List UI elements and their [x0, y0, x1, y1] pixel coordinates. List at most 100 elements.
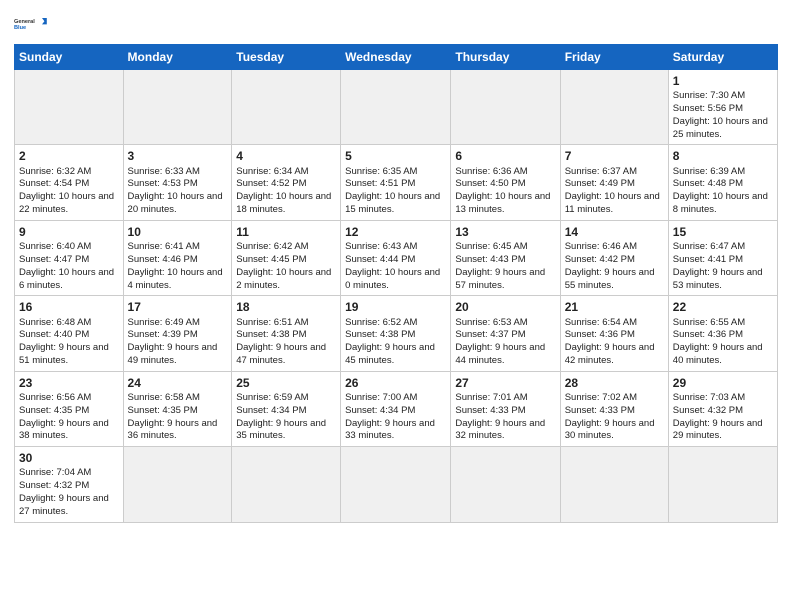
calendar-cell: [560, 447, 668, 522]
calendar-cell: 14Sunrise: 6:46 AM Sunset: 4:42 PM Dayli…: [560, 220, 668, 295]
calendar-week-row: 2Sunrise: 6:32 AM Sunset: 4:54 PM Daylig…: [15, 145, 778, 220]
generalblue-logo-icon: GeneralBlue: [14, 10, 50, 38]
calendar-cell: 7 Sunrise: 6:37 AM Sunset: 4:49 PM Daylig…: [560, 145, 668, 220]
calendar-cell: 9Sunrise: 6:40 AM Sunset: 4:47 PM Daylig…: [15, 220, 124, 295]
calendar-cell: 22 Sunrise: 6:55 AM Sunset: 4:36 PM Dayli…: [668, 296, 777, 371]
calendar-cell: 28Sunrise: 7:02 AM Sunset: 4:33 PM Dayli…: [560, 371, 668, 446]
calendar-cell: 21 Sunrise: 6:54 AM Sunset: 4:36 PM Dayli…: [560, 296, 668, 371]
day-number: 27: [455, 375, 555, 391]
calendar-cell: [123, 447, 232, 522]
calendar-week-row: 9Sunrise: 6:40 AM Sunset: 4:47 PM Daylig…: [15, 220, 778, 295]
calendar-cell: 3 Sunrise: 6:33 AM Sunset: 4:53 PM Daylig…: [123, 145, 232, 220]
weekday-header: Thursday: [451, 45, 560, 70]
calendar-cell: 5 Sunrise: 6:35 AM Sunset: 4:51 PM Daylig…: [341, 145, 451, 220]
calendar-cell: 1Sunrise: 7:30 AM Sunset: 5:56 PM Daylig…: [668, 70, 777, 145]
calendar-cell: 15Sunrise: 6:47 AM Sunset: 4:41 PM Dayli…: [668, 220, 777, 295]
calendar-cell: 19Sunrise: 6:52 AM Sunset: 4:38 PM Dayli…: [341, 296, 451, 371]
calendar-cell: [560, 70, 668, 145]
day-number: 24: [128, 375, 228, 391]
day-info: Sunrise: 6:53 AM Sunset: 4:37 PM Dayligh…: [455, 317, 555, 368]
calendar-cell: 23Sunrise: 6:56 AM Sunset: 4:35 PM Dayli…: [15, 371, 124, 446]
day-info: Sunrise: 6:33 AM Sunset: 4:53 PM Dayligh…: [128, 166, 228, 217]
calendar-body: 1Sunrise: 7:30 AM Sunset: 5:56 PM Daylig…: [15, 70, 778, 523]
day-info: Sunrise: 6:39 AM Sunset: 4:48 PM Dayligh…: [673, 166, 773, 217]
day-info: Sunrise: 6:47 AM Sunset: 4:41 PM Dayligh…: [673, 241, 773, 292]
day-info: Sunrise: 7:00 AM Sunset: 4:34 PM Dayligh…: [345, 392, 446, 443]
calendar-cell: 24Sunrise: 6:58 AM Sunset: 4:35 PM Dayli…: [123, 371, 232, 446]
calendar-cell: 12Sunrise: 6:43 AM Sunset: 4:44 PM Dayli…: [341, 220, 451, 295]
calendar-cell: 18Sunrise: 6:51 AM Sunset: 4:38 PM Dayli…: [232, 296, 341, 371]
day-number: 20: [455, 299, 555, 315]
day-info: Sunrise: 7:03 AM Sunset: 4:32 PM Dayligh…: [673, 392, 773, 443]
day-info: Sunrise: 6:45 AM Sunset: 4:43 PM Dayligh…: [455, 241, 555, 292]
day-number: 12: [345, 224, 446, 240]
day-number: 22: [673, 299, 773, 315]
day-number: 28: [565, 375, 664, 391]
calendar-cell: [232, 70, 341, 145]
day-number: 1: [673, 73, 773, 89]
day-info: Sunrise: 6:42 AM Sunset: 4:45 PM Dayligh…: [236, 241, 336, 292]
day-number: 7: [565, 148, 664, 164]
calendar-cell: [668, 447, 777, 522]
day-number: 15: [673, 224, 773, 240]
day-number: 29: [673, 375, 773, 391]
day-info: Sunrise: 6:48 AM Sunset: 4:40 PM Dayligh…: [19, 317, 119, 368]
calendar-week-row: 23Sunrise: 6:56 AM Sunset: 4:35 PM Dayli…: [15, 371, 778, 446]
weekday-header: Saturday: [668, 45, 777, 70]
day-number: 3: [128, 148, 228, 164]
svg-text:General: General: [14, 19, 35, 25]
day-info: Sunrise: 6:55 AM Sunset: 4:36 PM Dayligh…: [673, 317, 773, 368]
day-number: 21: [565, 299, 664, 315]
calendar-cell: 16 Sunrise: 6:48 AM Sunset: 4:40 PM Dayli…: [15, 296, 124, 371]
day-info: Sunrise: 7:02 AM Sunset: 4:33 PM Dayligh…: [565, 392, 664, 443]
day-info: Sunrise: 6:54 AM Sunset: 4:36 PM Dayligh…: [565, 317, 664, 368]
calendar-cell: 17Sunrise: 6:49 AM Sunset: 4:39 PM Dayli…: [123, 296, 232, 371]
svg-text:Blue: Blue: [14, 25, 26, 31]
calendar-cell: 8 Sunrise: 6:39 AM Sunset: 4:48 PM Daylig…: [668, 145, 777, 220]
calendar-cell: [232, 447, 341, 522]
calendar-cell: 29Sunrise: 7:03 AM Sunset: 4:32 PM Dayli…: [668, 371, 777, 446]
day-number: 8: [673, 148, 773, 164]
day-info: Sunrise: 6:35 AM Sunset: 4:51 PM Dayligh…: [345, 166, 446, 217]
day-info: Sunrise: 6:56 AM Sunset: 4:35 PM Dayligh…: [19, 392, 119, 443]
calendar-cell: 10Sunrise: 6:41 AM Sunset: 4:46 PM Dayli…: [123, 220, 232, 295]
day-info: Sunrise: 6:41 AM Sunset: 4:46 PM Dayligh…: [128, 241, 228, 292]
day-number: 17: [128, 299, 228, 315]
calendar-cell: 2Sunrise: 6:32 AM Sunset: 4:54 PM Daylig…: [15, 145, 124, 220]
day-number: 5: [345, 148, 446, 164]
day-info: Sunrise: 6:40 AM Sunset: 4:47 PM Dayligh…: [19, 241, 119, 292]
calendar-cell: 27Sunrise: 7:01 AM Sunset: 4:33 PM Dayli…: [451, 371, 560, 446]
calendar-cell: [451, 70, 560, 145]
calendar-cell: 26Sunrise: 7:00 AM Sunset: 4:34 PM Dayli…: [341, 371, 451, 446]
header: GeneralBlue: [14, 10, 778, 38]
calendar-week-row: 1Sunrise: 7:30 AM Sunset: 5:56 PM Daylig…: [15, 70, 778, 145]
calendar-header: SundayMondayTuesdayWednesdayThursdayFrid…: [15, 45, 778, 70]
day-number: 19: [345, 299, 446, 315]
weekday-header: Monday: [123, 45, 232, 70]
calendar-week-row: 16 Sunrise: 6:48 AM Sunset: 4:40 PM Dayli…: [15, 296, 778, 371]
day-number: 26: [345, 375, 446, 391]
day-number: 23: [19, 375, 119, 391]
calendar-cell: 4Sunrise: 6:34 AM Sunset: 4:52 PM Daylig…: [232, 145, 341, 220]
day-info: Sunrise: 6:46 AM Sunset: 4:42 PM Dayligh…: [565, 241, 664, 292]
day-number: 13: [455, 224, 555, 240]
day-number: 4: [236, 148, 336, 164]
page: GeneralBlue SundayMondayTuesdayWednesday…: [0, 0, 792, 533]
day-number: 16: [19, 299, 119, 315]
day-info: Sunrise: 6:37 AM Sunset: 4:49 PM Dayligh…: [565, 166, 664, 217]
day-number: 6: [455, 148, 555, 164]
day-number: 30: [19, 450, 119, 466]
day-number: 14: [565, 224, 664, 240]
day-number: 18: [236, 299, 336, 315]
day-info: Sunrise: 6:58 AM Sunset: 4:35 PM Dayligh…: [128, 392, 228, 443]
weekday-header: Sunday: [15, 45, 124, 70]
day-info: Sunrise: 6:59 AM Sunset: 4:34 PM Dayligh…: [236, 392, 336, 443]
day-info: Sunrise: 7:30 AM Sunset: 5:56 PM Dayligh…: [673, 90, 773, 141]
weekday-header: Wednesday: [341, 45, 451, 70]
calendar-cell: 11Sunrise: 6:42 AM Sunset: 4:45 PM Dayli…: [232, 220, 341, 295]
logo: GeneralBlue: [14, 10, 50, 38]
calendar-cell: [341, 447, 451, 522]
weekday-header: Friday: [560, 45, 668, 70]
calendar-cell: 25Sunrise: 6:59 AM Sunset: 4:34 PM Dayli…: [232, 371, 341, 446]
day-info: Sunrise: 6:43 AM Sunset: 4:44 PM Dayligh…: [345, 241, 446, 292]
